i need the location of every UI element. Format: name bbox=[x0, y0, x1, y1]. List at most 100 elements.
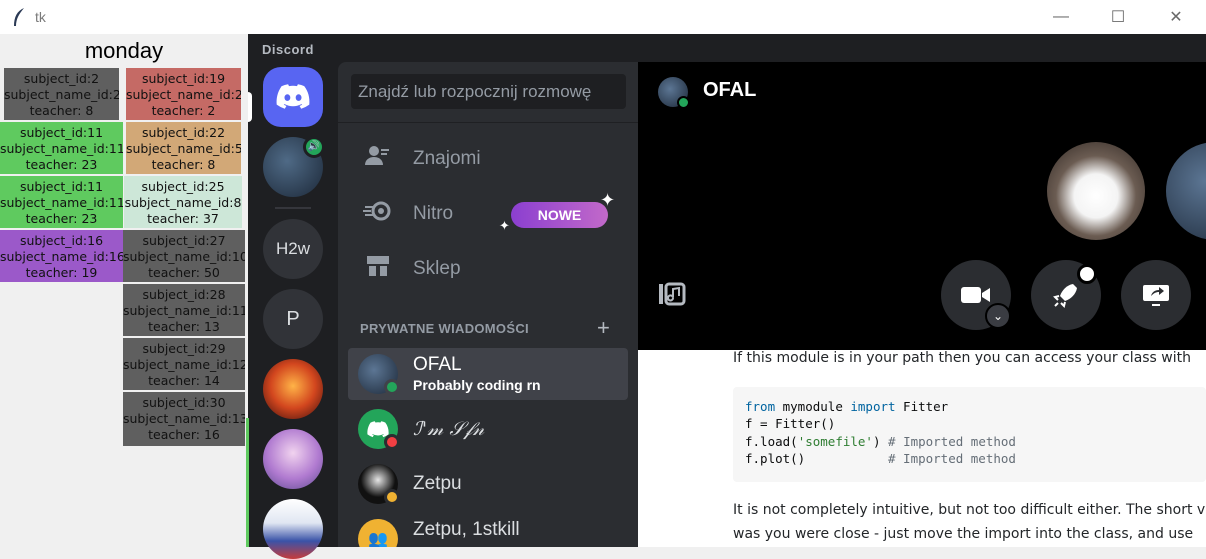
discord-logo-icon bbox=[367, 420, 389, 437]
answer-text-bottom-2: was you were close - just move the impor… bbox=[733, 526, 1194, 542]
idle-status-icon bbox=[384, 489, 400, 505]
cell-teacher: teacher: 14 bbox=[148, 373, 220, 388]
cell-subject-name: subject_name_id:13 bbox=[123, 411, 245, 426]
nav-nitro[interactable]: Nitro bbox=[360, 194, 453, 234]
sidebar-divider bbox=[338, 122, 638, 123]
discord-home-button[interactable] bbox=[263, 67, 323, 127]
discord-logo-icon bbox=[276, 84, 310, 109]
server-h2w[interactable]: H2w bbox=[263, 219, 323, 279]
schedule-cell[interactable]: subject_id:11 subject_name_id:11 teacher: … bbox=[0, 176, 123, 228]
code-line-4: f.plot() # Imported method bbox=[745, 451, 1016, 466]
window-titlebar: tk — ☐ ✕ bbox=[0, 0, 1206, 34]
soundboard-icon[interactable] bbox=[658, 281, 686, 314]
schedule-cell[interactable]: subject_id:25 subject_name_id:8 teacher: 3… bbox=[124, 176, 242, 228]
cell-subject-name: subject_name_id:11 bbox=[0, 195, 123, 210]
cell-teacher: teacher: 23 bbox=[25, 211, 98, 226]
cell-subject: subject_id:25 bbox=[141, 179, 225, 194]
cell-subject: subject_id:30 bbox=[142, 395, 226, 410]
code-line-3: f.load('somefile') # Imported method bbox=[745, 434, 1016, 449]
dm-header: PRYWATNE WIADOMOŚCI bbox=[360, 321, 529, 336]
cell-subject-name: subject_name_id:16 bbox=[0, 249, 123, 264]
code-token: # Imported method bbox=[888, 451, 1016, 466]
cell-subject-name: subject_name_id:11 bbox=[0, 141, 123, 156]
group-avatar-icon: 👥 bbox=[358, 519, 398, 547]
share-screen-button[interactable] bbox=[1121, 260, 1191, 330]
close-icon: ✕ bbox=[1169, 9, 1183, 26]
schedule-cell[interactable]: subject_id:19 subject_name_id:2 teacher: 2 bbox=[126, 68, 241, 120]
schedule-cell[interactable]: subject_id:30 subject_name_id:13 teacher: … bbox=[123, 392, 245, 446]
add-dm-icon[interactable]: + bbox=[597, 315, 610, 341]
server-phoenix-icon[interactable] bbox=[263, 359, 323, 419]
minimize-button[interactable]: — bbox=[1038, 0, 1084, 34]
dm-row-zetpu[interactable]: Zetpu bbox=[348, 458, 628, 510]
search-input[interactable]: Znajdź lub rozpocznij rozmowę bbox=[351, 74, 626, 109]
cell-subject: subject_id:11 bbox=[19, 179, 104, 194]
cell-subject: subject_id:19 bbox=[141, 71, 226, 86]
code-line-1: from mymodule import Fitter bbox=[745, 399, 948, 414]
nav-friends[interactable]: Znajomi bbox=[360, 139, 481, 179]
answer-text-bottom-1: It is not completely intuitive, but not … bbox=[733, 502, 1206, 518]
maximize-button[interactable]: ☐ bbox=[1095, 0, 1141, 34]
sparkle-icon: ✦ bbox=[600, 190, 616, 210]
code-line-2: f = Fitter() bbox=[745, 416, 836, 431]
schedule-cell[interactable]: subject_id:11 subject_name_id:11 teacher: … bbox=[0, 122, 123, 174]
notification-dot bbox=[1077, 264, 1097, 284]
schedule-cell[interactable]: subject_id:16 subject_name_id:16 teacher: … bbox=[0, 230, 123, 282]
dm-name: Zetpu bbox=[413, 473, 462, 494]
nav-shop-label: Sklep bbox=[413, 258, 461, 279]
dm-row-user2[interactable]: ℐ'𝓂 𝒮𝒻𝓃 bbox=[348, 403, 628, 455]
cell-subject-name: subject_name_id:12 bbox=[123, 357, 245, 372]
code-token: Fitter bbox=[895, 399, 949, 414]
sparkle-small-icon: ✦ bbox=[499, 218, 510, 233]
dm-name: ℐ'𝓂 𝒮𝒻𝓃 bbox=[413, 418, 485, 440]
cell-subject-name: subject_name_id:5 bbox=[126, 141, 241, 156]
schedule-cell[interactable]: subject_id:27 subject_name_id:10 teacher: … bbox=[123, 230, 245, 282]
server-anime-icon[interactable] bbox=[263, 429, 323, 489]
nav-nitro-label: Nitro bbox=[413, 203, 454, 224]
nav-shop[interactable]: Sklep bbox=[360, 249, 461, 289]
schedule-cell[interactable]: subject_id:22 subject_name_id:5 teacher: 8 bbox=[126, 122, 241, 174]
cell-subject-name: subject_name_id:2 bbox=[4, 87, 119, 102]
online-status-icon bbox=[384, 379, 400, 395]
schedule-cell[interactable]: subject_id:29 subject_name_id:12 teacher: … bbox=[123, 338, 245, 390]
nitro-icon bbox=[360, 200, 396, 228]
window-title: tk bbox=[35, 9, 46, 25]
page-margin bbox=[638, 350, 728, 547]
code-token: f.load( bbox=[745, 434, 798, 449]
answer-text-top: If this module is in your path then you … bbox=[733, 350, 1192, 366]
dm-row-ofal[interactable]: OFAL Probably coding rn bbox=[348, 348, 628, 400]
code-token: # Imported method bbox=[888, 434, 1016, 449]
server-photo-icon[interactable] bbox=[263, 499, 323, 559]
screen-share-icon bbox=[1143, 285, 1169, 306]
cell-subject: subject_id:2 bbox=[23, 71, 100, 86]
chevron-down-icon[interactable]: ⌄ bbox=[985, 303, 1011, 329]
participant-avatar[interactable] bbox=[1047, 142, 1145, 240]
cell-teacher: teacher: 16 bbox=[148, 427, 220, 442]
minimize-icon: — bbox=[1053, 8, 1069, 25]
cell-teacher: teacher: 50 bbox=[148, 265, 220, 280]
cell-subject: subject_id:22 bbox=[141, 125, 226, 140]
nav-friends-label: Znajomi bbox=[413, 148, 481, 169]
dm-status: Probably coding rn bbox=[413, 377, 541, 393]
close-button[interactable]: ✕ bbox=[1153, 0, 1199, 34]
cell-teacher: teacher: 13 bbox=[148, 319, 220, 334]
schedule-cell[interactable]: subject_id:2 subject_name_id:2 teacher: 8 bbox=[4, 68, 119, 120]
schedule-cell[interactable]: subject_id:28 subject_name_id:11 teacher: … bbox=[123, 284, 245, 336]
dm-row-group[interactable]: 👥 Zetpu, 1stkill bbox=[348, 512, 628, 547]
server-p[interactable]: P bbox=[263, 289, 323, 349]
shop-icon bbox=[360, 254, 396, 284]
dm-name: OFAL bbox=[413, 354, 462, 375]
maximize-icon: ☐ bbox=[1110, 9, 1126, 26]
cell-subject-name: subject_name_id:8 bbox=[124, 195, 242, 210]
schedule-border-line bbox=[246, 418, 249, 547]
discord-app-label: Discord bbox=[262, 42, 314, 57]
server-p-label: P bbox=[286, 307, 300, 330]
cell-teacher: teacher: 2 bbox=[151, 103, 216, 118]
server-selected-pill bbox=[248, 92, 252, 122]
dm-name: Zetpu, 1stkill bbox=[413, 519, 520, 540]
cell-subject: subject_id:11 bbox=[19, 125, 104, 140]
feather-icon bbox=[12, 7, 26, 32]
friends-icon bbox=[360, 145, 396, 173]
online-status-icon bbox=[677, 96, 690, 109]
cell-subject-name: subject_name_id:2 bbox=[126, 87, 241, 102]
